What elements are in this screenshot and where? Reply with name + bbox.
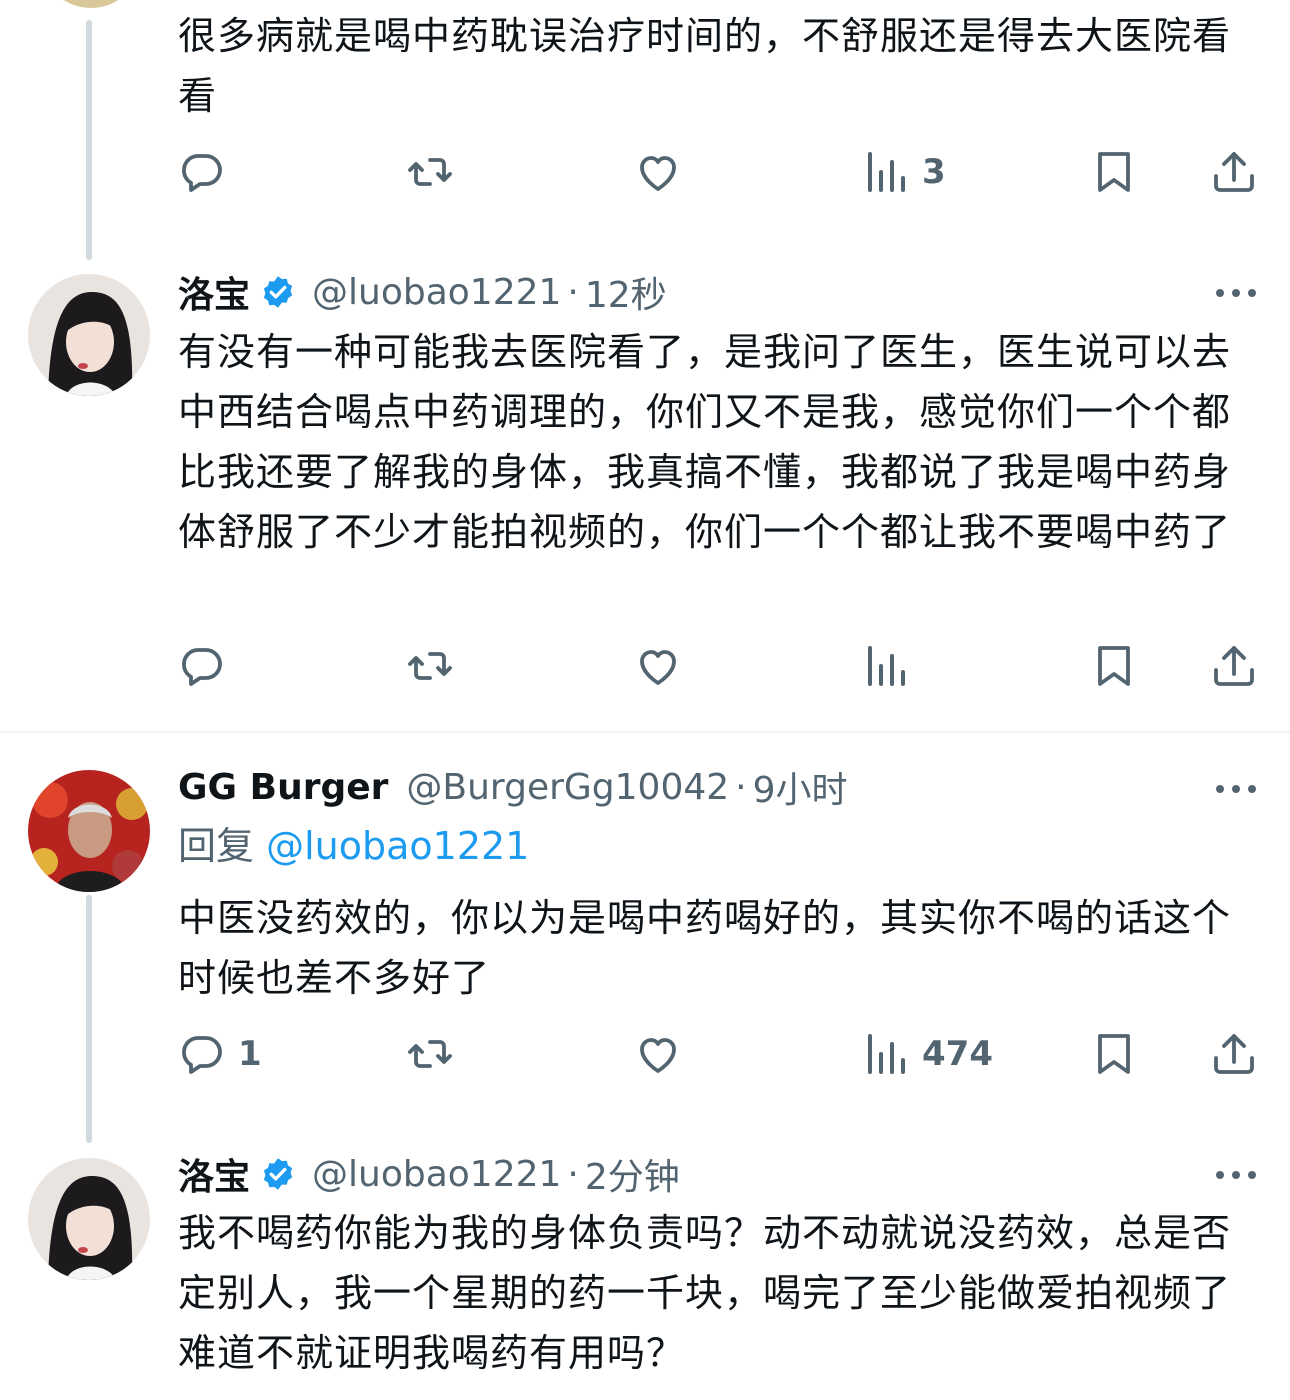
- heart-icon: [634, 1030, 682, 1078]
- more-options-button[interactable]: [1212, 1160, 1260, 1190]
- thread-line: [86, 20, 92, 260]
- reply-icon: [178, 642, 226, 690]
- retweet-icon: [406, 1030, 454, 1078]
- mention-link[interactable]: @luobao1221: [266, 824, 529, 868]
- replying-to-label: 回复: [178, 824, 255, 868]
- reply-count: 1: [238, 1034, 262, 1074]
- user-handle[interactable]: @BurgerGg10042: [406, 767, 729, 808]
- thread-line: [86, 895, 92, 1143]
- retweet-button[interactable]: [406, 148, 466, 196]
- reply-button[interactable]: 1: [178, 1030, 262, 1078]
- views-icon: [862, 1030, 910, 1078]
- share-icon: [1210, 1030, 1258, 1078]
- display-name[interactable]: 洛宝: [178, 266, 250, 318]
- share-button[interactable]: [1210, 642, 1258, 690]
- retweet-icon: [406, 148, 454, 196]
- views-button[interactable]: 474: [862, 1030, 993, 1078]
- views-button[interactable]: 3: [862, 148, 946, 196]
- retweet-button[interactable]: [406, 642, 466, 690]
- reply-button[interactable]: [178, 148, 238, 196]
- tweet-text: 有没有一种可能我去医院看了，是我问了医生，医生说可以去中西结合喝点中药调理的，你…: [178, 330, 1232, 554]
- bookmark-button[interactable]: [1090, 642, 1138, 690]
- like-button[interactable]: [634, 1030, 694, 1078]
- like-button[interactable]: [634, 642, 694, 690]
- views-count: 474: [922, 1034, 993, 1074]
- separator-dot: ·: [735, 766, 747, 808]
- more-icon: [1212, 774, 1260, 804]
- timestamp[interactable]: 12秒: [585, 266, 667, 318]
- share-button[interactable]: [1210, 1030, 1258, 1078]
- avatar-partial[interactable]: [46, 0, 136, 8]
- tweet-text: 中医没药效的，你以为是喝中药喝好的，其实你不喝的话这个时候也差不多好了: [178, 896, 1232, 1000]
- divider: [0, 731, 1290, 733]
- more-options-button[interactable]: [1212, 278, 1260, 308]
- separator-dot: ·: [567, 1153, 579, 1195]
- separator-dot: ·: [567, 271, 579, 313]
- more-icon: [1212, 1160, 1260, 1190]
- views-count: 3: [922, 152, 946, 192]
- user-handle[interactable]: @luobao1221: [312, 272, 561, 313]
- timestamp[interactable]: 2分钟: [585, 1148, 680, 1200]
- views-icon: [862, 148, 910, 196]
- tweet-text: 很多病就是喝中药耽误治疗时间的，不舒服还是得去大医院看看: [178, 14, 1232, 118]
- display-name[interactable]: GG Burger: [178, 767, 388, 808]
- reply-icon: [178, 148, 226, 196]
- avatar[interactable]: [28, 770, 150, 892]
- heart-icon: [634, 642, 682, 690]
- tweet-header: 洛宝 @luobao1221 · 2分钟: [178, 1144, 680, 1204]
- bookmark-icon: [1090, 1030, 1138, 1078]
- replying-to: 回复 @luobao1221: [178, 816, 529, 876]
- avatar[interactable]: [28, 274, 150, 396]
- display-name[interactable]: 洛宝: [178, 1148, 250, 1200]
- share-button[interactable]: [1210, 148, 1258, 196]
- verified-badge-icon: [260, 1156, 296, 1192]
- avatar[interactable]: [28, 1158, 150, 1280]
- reply-icon: [178, 1030, 226, 1078]
- views-button[interactable]: [862, 642, 922, 690]
- bookmark-icon: [1090, 148, 1138, 196]
- verified-badge-icon: [260, 274, 296, 310]
- tweet-text: 我不喝药你能为我的身体负责吗？动不动就说没药效，总是否定别人，我一个星期的药一千…: [178, 1211, 1232, 1375]
- retweet-button[interactable]: [406, 1030, 466, 1078]
- share-icon: [1210, 642, 1258, 690]
- bookmark-icon: [1090, 642, 1138, 690]
- more-icon: [1212, 278, 1260, 308]
- tweet-header: 洛宝 @luobao1221 · 12秒: [178, 262, 667, 322]
- reply-button[interactable]: [178, 642, 238, 690]
- like-button[interactable]: [634, 148, 694, 196]
- bookmark-button[interactable]: [1090, 148, 1138, 196]
- share-icon: [1210, 148, 1258, 196]
- user-handle[interactable]: @luobao1221: [312, 1154, 561, 1195]
- timestamp[interactable]: 9小时: [753, 761, 848, 813]
- tweet-header: GG Burger @BurgerGg10042 · 9小时: [178, 757, 848, 817]
- views-icon: [862, 642, 910, 690]
- heart-icon: [634, 148, 682, 196]
- more-options-button[interactable]: [1212, 774, 1260, 804]
- retweet-icon: [406, 642, 454, 690]
- bookmark-button[interactable]: [1090, 1030, 1138, 1078]
